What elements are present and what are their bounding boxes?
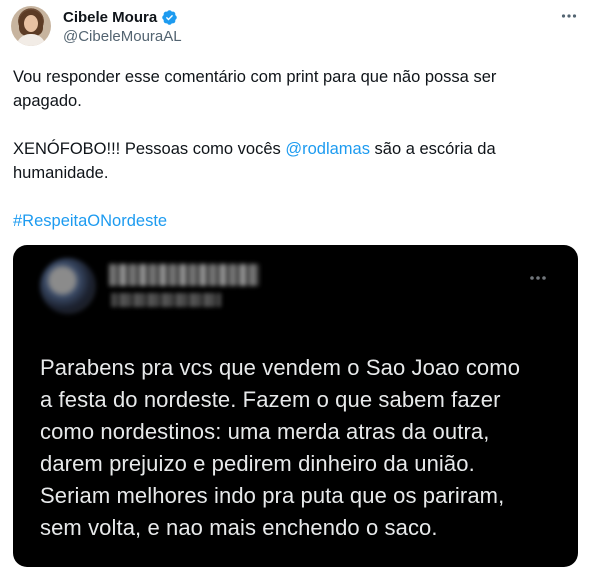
tweet-text-segment: são a escória da [369, 140, 496, 158]
author-display-name[interactable]: Cibele Moura [63, 9, 157, 26]
attached-screenshot[interactable]: Parabens pra vcs que vendem o Sao Joao c… [13, 245, 578, 567]
screenshot-text-line: a festa do nordeste. Fazem o que sabem f… [40, 387, 501, 412]
blurred-handle [111, 293, 221, 307]
more-options-icon [530, 276, 546, 280]
tweet-text-line-4: humanidade. [13, 164, 109, 182]
screenshot-text-line: sem volta, e nao mais enchendo o saco. [40, 515, 438, 540]
screenshot-text-line: Parabens pra vcs que vendem o Sao Joao c… [40, 355, 521, 380]
screenshot-text-line: darem prejuizo e pedirem dinheiro da uni… [40, 451, 475, 476]
avatar[interactable] [11, 6, 51, 46]
tweet-text-line-3: XENÓFOBO!!! Pessoas como vocês @rodlamas… [13, 138, 496, 160]
author-name-row: Cibele Moura [63, 7, 178, 27]
mention-link[interactable]: @rodlamas [285, 140, 370, 158]
tweet-text-segment: XENÓFOBO!!! Pessoas como vocês [13, 140, 286, 158]
hashtag-link[interactable]: #RespeitaONordeste [13, 210, 167, 232]
screenshot-text-line: como nordestinos: uma merda atras da out… [40, 419, 490, 444]
blurred-avatar [40, 258, 96, 314]
tweet-text-line-1: Vou responder esse comentário com print … [13, 68, 497, 86]
tweet-text-line-2: apagado. [13, 92, 82, 110]
verified-badge-icon [162, 9, 177, 25]
author-handle[interactable]: @CibeleMouraAL [63, 28, 182, 45]
screenshot-text-line: Seriam melhores indo pra puta que os par… [40, 483, 505, 508]
blurred-display-name [109, 264, 259, 286]
more-options-icon[interactable] [561, 8, 577, 24]
tweet: Cibele Moura @CibeleMouraAL Vou responde… [0, 0, 591, 574]
